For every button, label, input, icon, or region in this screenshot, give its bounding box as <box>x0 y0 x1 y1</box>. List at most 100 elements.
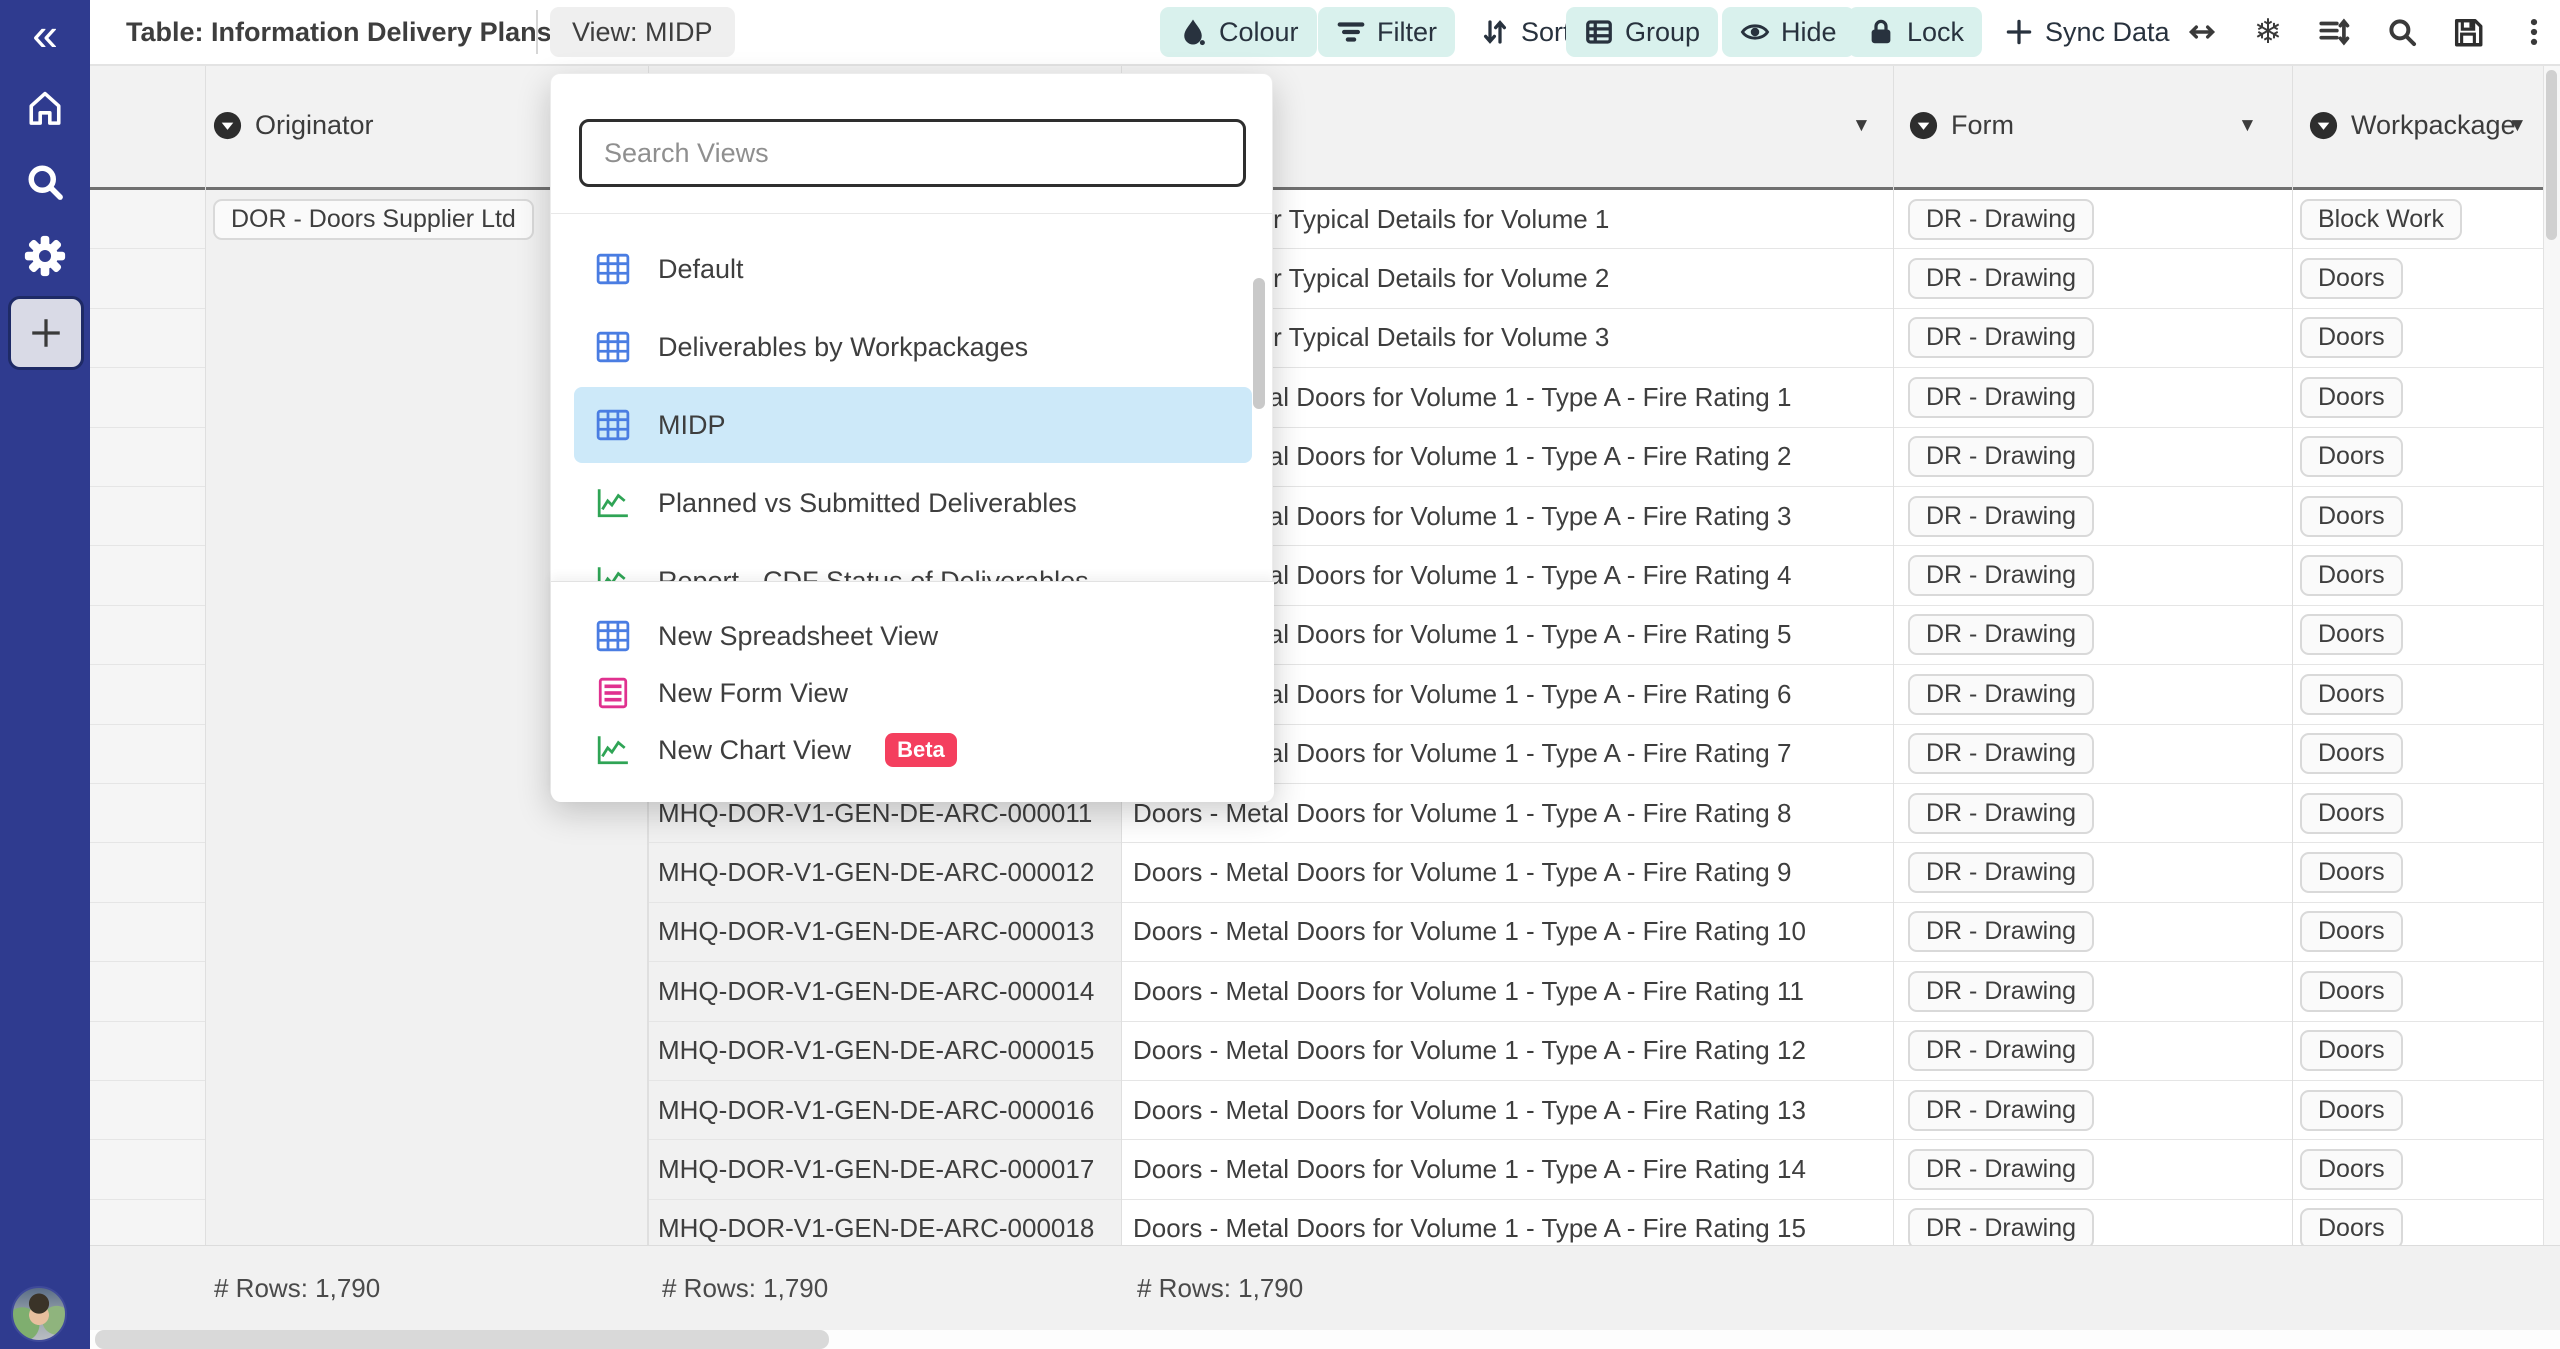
cell-name[interactable]: MHQ-DOR-V1-GEN-DE-ARC-000016 <box>658 1081 1094 1139</box>
workpackage-value-pill[interactable]: Doors <box>2300 614 2403 655</box>
form-value-pill[interactable]: DR - Drawing <box>1908 258 2094 299</box>
form-value-pill[interactable]: DR - Drawing <box>1908 852 2094 893</box>
cell-form[interactable]: DR - Drawing <box>1908 962 2094 1020</box>
cell-workpackage[interactable]: Doors <box>2300 903 2403 961</box>
cell-workpackage[interactable]: Doors <box>2300 1022 2403 1080</box>
vertical-scrollbar[interactable] <box>2543 64 2560 1245</box>
cell-workpackage[interactable]: Doors <box>2300 784 2403 842</box>
freeze-snowflake-icon[interactable]: ❄ <box>2242 7 2294 57</box>
cell-workpackage[interactable]: Doors <box>2300 487 2403 545</box>
settings-gear-icon[interactable] <box>0 230 90 282</box>
search-icon[interactable] <box>0 158 90 206</box>
cell-form[interactable]: DR - Drawing <box>1908 1081 2094 1139</box>
workpackage-value-pill[interactable]: Doors <box>2300 793 2403 834</box>
column-header-form[interactable]: Form <box>1908 64 2014 187</box>
cell-form[interactable]: DR - Drawing <box>1908 309 2094 367</box>
view-menu-item-report-cdf-status-of-deliverables[interactable]: Report - CDF Status of Deliverables <box>574 543 1252 581</box>
cell-workpackage[interactable]: Doors <box>2300 725 2403 783</box>
horizontal-scrollbar[interactable] <box>90 1330 2560 1349</box>
workpackage-value-pill[interactable]: Doors <box>2300 1208 2403 1249</box>
form-value-pill[interactable]: DR - Drawing <box>1908 199 2094 240</box>
add-table-button[interactable] <box>8 296 84 370</box>
form-value-pill[interactable]: DR - Drawing <box>1908 614 2094 655</box>
view-chip[interactable]: View: MIDP <box>550 7 735 57</box>
cell-name[interactable]: MHQ-DOR-V1-GEN-DE-ARC-000015 <box>658 1022 1094 1080</box>
form-value-pill[interactable]: DR - Drawing <box>1908 1030 2094 1071</box>
cell-form[interactable]: DR - Drawing <box>1908 903 2094 961</box>
form-value-pill[interactable]: DR - Drawing <box>1908 971 2094 1012</box>
workpackage-value-pill[interactable]: Doors <box>2300 258 2403 299</box>
form-value-pill[interactable]: DR - Drawing <box>1908 436 2094 477</box>
column-header-workpackage[interactable]: Workpackage <box>2308 64 2516 187</box>
user-avatar[interactable] <box>11 1286 67 1342</box>
cell-form[interactable]: DR - Drawing <box>1908 368 2094 426</box>
form-value-pill[interactable]: DR - Drawing <box>1908 911 2094 952</box>
workpackage-value-pill[interactable]: Block Work <box>2300 199 2462 240</box>
cell-form[interactable]: DR - Drawing <box>1908 843 2094 901</box>
cell-workpackage[interactable]: Doors <box>2300 1140 2403 1198</box>
workpackage-value-pill[interactable]: Doors <box>2300 674 2403 715</box>
new-chart-view-button[interactable]: New Chart ViewBeta <box>574 722 1252 778</box>
cell-description[interactable]: Doors - Metal Doors for Volume 1 - Type … <box>1133 1140 1806 1198</box>
save-icon[interactable] <box>2442 7 2494 57</box>
cell-name[interactable]: MHQ-DOR-V1-GEN-DE-ARC-000013 <box>658 903 1094 961</box>
search-table-icon[interactable] <box>2376 7 2428 57</box>
sync-data-button[interactable]: Sync Data <box>1986 7 2188 57</box>
chevron-down-icon[interactable]: ▼ <box>2238 64 2257 187</box>
cell-form[interactable]: DR - Drawing <box>1908 428 2094 486</box>
cell-description[interactable]: Doors - Metal Doors for Volume 1 - Type … <box>1133 1022 1806 1080</box>
form-value-pill[interactable]: DR - Drawing <box>1908 793 2094 834</box>
home-icon[interactable] <box>0 84 90 132</box>
view-list-scrollbar-thumb[interactable] <box>1253 278 1265 409</box>
cell-name[interactable]: MHQ-DOR-V1-GEN-DE-ARC-000012 <box>658 843 1094 901</box>
workpackage-value-pill[interactable]: Doors <box>2300 911 2403 952</box>
cell-form[interactable]: DR - Drawing <box>1908 1140 2094 1198</box>
cell-workpackage[interactable]: Doors <box>2300 606 2403 664</box>
workpackage-value-pill[interactable]: Doors <box>2300 496 2403 537</box>
row-height-icon[interactable] <box>2308 7 2360 57</box>
workpackage-value-pill[interactable]: Doors <box>2300 852 2403 893</box>
cell-form[interactable]: DR - Drawing <box>1908 784 2094 842</box>
view-menu-item-planned-vs-submitted-deliverables[interactable]: Planned vs Submitted Deliverables <box>574 465 1252 541</box>
workpackage-value-pill[interactable]: Doors <box>2300 377 2403 418</box>
cell-description[interactable]: Doors - Metal Doors for Volume 1 - Type … <box>1133 843 1791 901</box>
originator-value-pill[interactable]: DOR - Doors Supplier Ltd <box>213 199 534 240</box>
cell-workpackage[interactable]: Doors <box>2300 665 2403 723</box>
group-button[interactable]: Group <box>1566 7 1718 57</box>
workpackage-value-pill[interactable]: Doors <box>2300 317 2403 358</box>
cell-form[interactable]: DR - Drawing <box>1908 546 2094 604</box>
cell-form[interactable]: DR - Drawing <box>1908 249 2094 307</box>
hide-button[interactable]: Hide <box>1722 7 1855 57</box>
colour-button[interactable]: Colour <box>1160 7 1317 57</box>
cell-form[interactable]: DR - Drawing <box>1908 725 2094 783</box>
search-views-input[interactable] <box>579 119 1246 187</box>
form-value-pill[interactable]: DR - Drawing <box>1908 733 2094 774</box>
workpackage-value-pill[interactable]: Doors <box>2300 436 2403 477</box>
horizontal-scrollbar-thumb[interactable] <box>95 1330 829 1349</box>
column-header-originator[interactable]: Originator <box>212 64 374 187</box>
cell-form[interactable]: DR - Drawing <box>1908 665 2094 723</box>
chevron-down-icon[interactable]: ▼ <box>1852 64 1871 187</box>
vertical-scrollbar-thumb[interactable] <box>2546 70 2557 240</box>
cell-description[interactable]: Doors - Metal Doors for Volume 1 - Type … <box>1133 903 1806 961</box>
more-menu-icon[interactable] <box>2508 7 2560 57</box>
form-value-pill[interactable]: DR - Drawing <box>1908 1090 2094 1131</box>
cell-workpackage[interactable]: Doors <box>2300 843 2403 901</box>
workpackage-value-pill[interactable]: Doors <box>2300 733 2403 774</box>
cell-name[interactable]: MHQ-DOR-V1-GEN-DE-ARC-000017 <box>658 1140 1094 1198</box>
cell-description[interactable]: Doors - Metal Doors for Volume 1 - Type … <box>1133 1081 1806 1139</box>
view-menu-item-default[interactable]: Default <box>574 231 1252 307</box>
cell-workpackage[interactable]: Doors <box>2300 1081 2403 1139</box>
form-value-pill[interactable]: DR - Drawing <box>1908 555 2094 596</box>
chevron-down-icon[interactable]: ▼ <box>2508 64 2527 187</box>
cell-form[interactable]: DR - Drawing <box>1908 606 2094 664</box>
cell-workpackage[interactable]: Doors <box>2300 428 2403 486</box>
lock-button[interactable]: Lock <box>1848 7 1982 57</box>
form-value-pill[interactable]: DR - Drawing <box>1908 1149 2094 1190</box>
workpackage-value-pill[interactable]: Doors <box>2300 971 2403 1012</box>
new-spreadsheet-view-button[interactable]: New Spreadsheet View <box>574 608 1252 664</box>
cell-form[interactable]: DR - Drawing <box>1908 487 2094 545</box>
workpackage-value-pill[interactable]: Doors <box>2300 1090 2403 1131</box>
cell-workpackage[interactable]: Doors <box>2300 249 2403 307</box>
cell-name[interactable]: MHQ-DOR-V1-GEN-DE-ARC-000014 <box>658 962 1094 1020</box>
